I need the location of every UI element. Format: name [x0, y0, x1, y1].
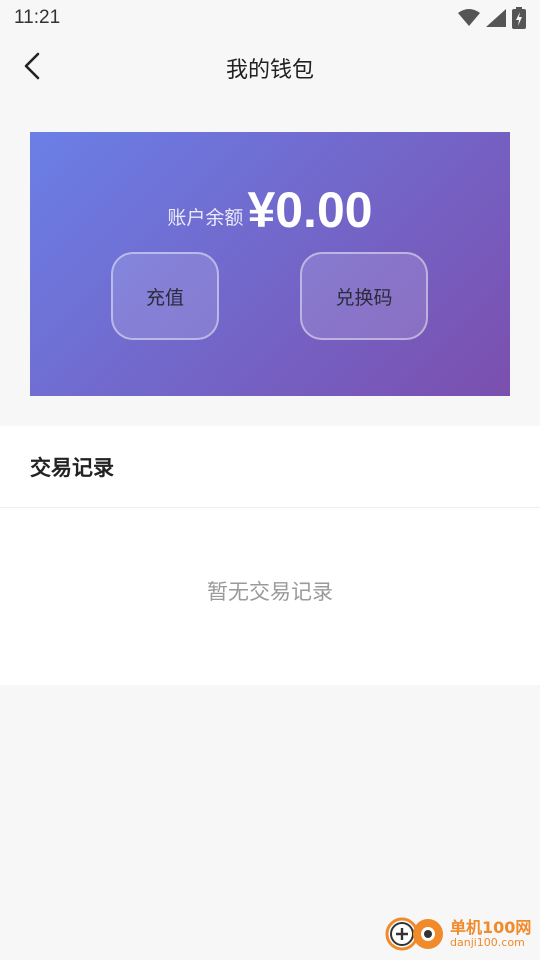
nav-bar: 我的钱包: [0, 36, 540, 100]
balance-row: 账户余额 ¥0.00: [30, 180, 510, 240]
page-title: 我的钱包: [225, 58, 314, 83]
wallet-screen: 11:21 我的钱包 账户余额 ¥0.00 充值 兑换码 交易记录 暂无交易记录…: [0, 0, 540, 960]
watermark-url: danji100.com: [450, 935, 525, 949]
transaction-title: 交易记录: [30, 455, 114, 480]
chevron-left-icon: [22, 51, 42, 85]
balance-amount: ¥0.00: [247, 182, 373, 238]
status-time: 11:21: [14, 7, 61, 28]
transaction-section: 交易记录 暂无交易记录: [0, 426, 540, 685]
watermark-text: 单机100网 danji100.com: [450, 917, 532, 949]
back-button[interactable]: [14, 50, 50, 86]
watermark-logo-icon: [384, 912, 446, 956]
balance-label: 账户余额: [167, 207, 244, 229]
watermark-brand: 单机100网: [450, 917, 532, 937]
wifi-icon: [458, 9, 480, 27]
transaction-header: 交易记录: [0, 426, 540, 508]
status-bar: 11:21: [0, 0, 540, 36]
recharge-button[interactable]: 充值: [111, 252, 219, 340]
status-icons: [458, 7, 526, 29]
signal-icon: [486, 9, 506, 27]
battery-icon: [512, 7, 526, 29]
redeem-code-button[interactable]: 兑换码: [300, 252, 428, 340]
watermark: 单机100网 danji100.com: [384, 912, 534, 956]
wallet-card: 账户余额 ¥0.00 充值 兑换码: [30, 132, 510, 396]
empty-state-text: 暂无交易记录: [207, 580, 333, 604]
